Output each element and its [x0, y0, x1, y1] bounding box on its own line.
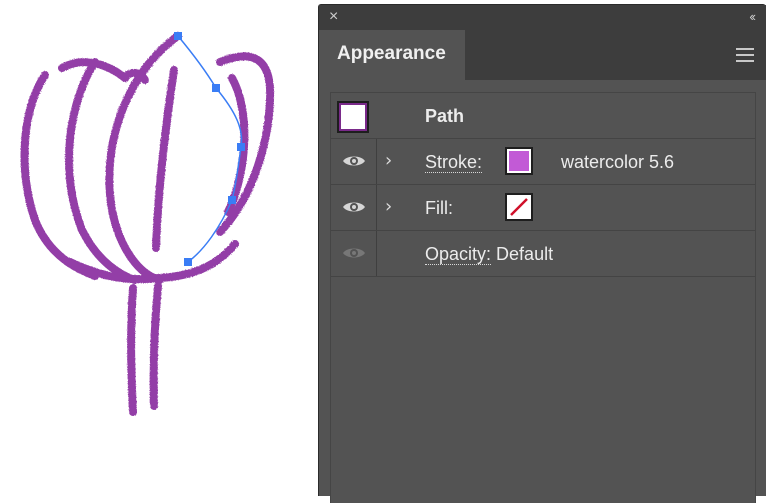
path-thumbnail: [337, 101, 369, 133]
artboard-canvas[interactable]: [0, 0, 318, 491]
row-separator: [376, 231, 377, 276]
anchor-point: [212, 84, 220, 92]
fill-row[interactable]: › Fill:: [331, 185, 755, 231]
petal-center-line: [152, 66, 178, 252]
stem-left: [127, 284, 137, 416]
path-row[interactable]: Path: [331, 93, 755, 139]
anchor-point: [228, 196, 236, 204]
visibility-eye-icon[interactable]: [331, 139, 377, 184]
row-separator: [376, 139, 377, 184]
fill-none-swatch[interactable]: [505, 193, 533, 221]
row-separator: [376, 185, 377, 230]
anchor-point: [184, 258, 192, 266]
petal-outer-left: [20, 71, 99, 280]
chevron-right-icon[interactable]: ›: [385, 196, 392, 217]
close-icon[interactable]: ×: [329, 8, 345, 26]
tulip-artwork[interactable]: [0, 0, 318, 491]
tab-appearance[interactable]: Appearance: [319, 30, 465, 80]
hamburger-icon[interactable]: [736, 48, 754, 62]
anchor-points: [174, 32, 245, 266]
panel-titlebar[interactable]: × ‹‹: [319, 5, 766, 30]
selected-path: [177, 35, 243, 263]
collapse-panel-icon[interactable]: ‹‹: [749, 8, 756, 26]
opacity-value[interactable]: Default: [496, 244, 553, 264]
visibility-eye-icon[interactable]: [331, 185, 377, 230]
fill-label[interactable]: Fill:: [425, 198, 453, 219]
stroke-label[interactable]: Stroke:: [425, 152, 483, 173]
chevron-right-icon[interactable]: ›: [385, 150, 392, 171]
stroke-row[interactable]: › Stroke: watercolor 5.6: [331, 139, 755, 185]
appearance-attribute-list: Path › Stroke: watercolor 5.6 › Fill: Op…: [330, 92, 756, 503]
stem-right: [149, 282, 162, 410]
anchor-point: [237, 143, 245, 151]
opacity-row[interactable]: Opacity: Default: [331, 231, 755, 277]
opacity-label[interactable]: Opacity: Default: [425, 244, 553, 265]
panel-tab-row: Appearance: [319, 30, 766, 80]
appearance-panel: × ‹‹ Appearance Path › Stroke: watercolo…: [318, 4, 766, 503]
stroke-value[interactable]: watercolor 5.6: [561, 152, 674, 173]
none-slash-icon: [510, 198, 528, 216]
visibility-eye-icon[interactable]: [331, 231, 377, 276]
stroke-color-swatch[interactable]: [505, 147, 533, 175]
anchor-point: [174, 32, 182, 40]
path-label: Path: [425, 106, 465, 126]
